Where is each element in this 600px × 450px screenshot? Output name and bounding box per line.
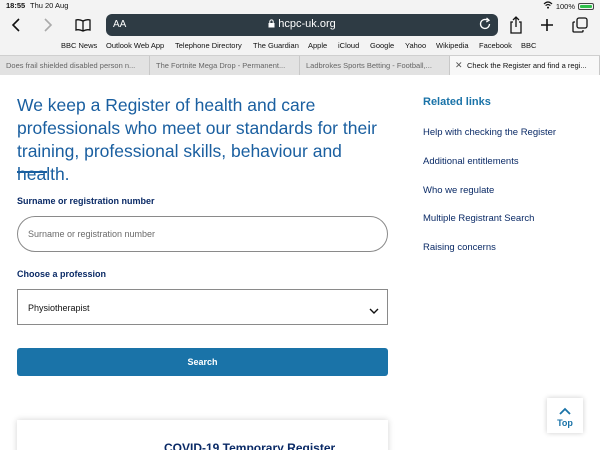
covid-register-card: COVID-19 Temporary Register <box>17 420 388 450</box>
related-link-raising-concerns[interactable]: Raising concerns <box>423 242 496 253</box>
tab-strip: Does frail shielded disabled person n...… <box>0 55 600 75</box>
status-bar: 18:55 Thu 20 Aug 100% <box>0 0 600 12</box>
profession-select[interactable]: Physiotherapist <box>17 289 388 325</box>
tab-frail-shielded[interactable]: Does frail shielded disabled person n... <box>0 56 150 75</box>
bookmark-wikipedia[interactable]: Wikipedia <box>436 41 469 50</box>
bookmark-apple[interactable]: Apple <box>308 41 327 50</box>
related-links-heading: Related links <box>423 96 491 108</box>
url-display: hcpc-uk.org <box>106 18 498 30</box>
bookmark-google[interactable]: Google <box>370 41 394 50</box>
surname-input[interactable] <box>17 216 388 252</box>
bookmark-facebook[interactable]: Facebook <box>479 41 512 50</box>
profession-label: Choose a profession <box>17 269 107 279</box>
tab-ladbrokes[interactable]: Ladbrokes Sports Betting - Football,... <box>300 56 450 75</box>
covid-card-title[interactable]: COVID-19 Temporary Register <box>164 441 335 450</box>
wifi-icon <box>543 1 553 11</box>
url-text: hcpc-uk.org <box>278 18 336 30</box>
related-link-who-we-regulate[interactable]: Who we regulate <box>423 185 494 196</box>
share-icon[interactable] <box>506 15 526 35</box>
search-button[interactable]: Search <box>17 348 388 376</box>
back-icon[interactable] <box>6 15 26 35</box>
related-link-help-checking[interactable]: Help with checking the Register <box>423 127 556 138</box>
bookmark-bbc-news[interactable]: BBC News <box>61 41 97 50</box>
back-to-top-button[interactable]: Top <box>547 398 583 433</box>
reload-icon[interactable] <box>478 17 492 36</box>
close-icon[interactable]: ✕ <box>455 60 463 71</box>
bookmark-icloud[interactable]: iCloud <box>338 41 359 50</box>
related-link-additional-entitlements[interactable]: Additional entitlements <box>423 156 519 167</box>
bookmark-yahoo[interactable]: Yahoo <box>405 41 426 50</box>
web-page: We keep a Register of health and care pr… <box>0 75 600 450</box>
intro-text: We keep a Register of health and care pr… <box>17 95 377 184</box>
tab-title: Check the Register and find a regi... <box>467 61 587 70</box>
bookmark-bbc[interactable]: BBC <box>521 41 536 50</box>
battery-percent: 100% <box>555 1 575 11</box>
related-link-multiple-registrant-search[interactable]: Multiple Registrant Search <box>423 213 534 224</box>
back-to-top-label: Top <box>557 418 573 428</box>
status-time: 18:55 <box>6 1 26 10</box>
status-indicators: 100% <box>543 1 594 11</box>
forward-icon[interactable] <box>38 15 58 35</box>
chevron-down-icon <box>369 302 379 320</box>
browser-toolbar: AA hcpc-uk.org <box>0 12 600 38</box>
tabs-icon[interactable] <box>570 15 590 35</box>
bookmark-outlook-web-app[interactable]: Outlook Web App <box>106 41 164 50</box>
lock-icon <box>268 18 278 30</box>
profession-value: Physiotherapist <box>28 303 90 313</box>
tab-check-register[interactable]: ✕ Check the Register and find a regi... <box>450 56 600 75</box>
url-bar[interactable]: AA hcpc-uk.org <box>106 14 498 36</box>
bookmark-the-guardian[interactable]: The Guardian <box>253 41 299 50</box>
tab-fortnite[interactable]: The Fortnite Mega Drop - Permanent... <box>150 56 300 75</box>
bookmarks-bar: BBC News Outlook Web App Telephone Direc… <box>0 40 600 54</box>
new-tab-icon[interactable] <box>537 15 557 35</box>
bookmark-telephone-directory[interactable]: Telephone Directory <box>175 41 242 50</box>
surname-label: Surname or registration number <box>17 196 155 206</box>
reader-icon[interactable] <box>73 15 93 35</box>
browser-chrome: 18:55 Thu 20 Aug 100% AA hcpc-uk.org BBC… <box>0 0 600 75</box>
status-date: Thu 20 Aug <box>30 1 69 10</box>
heading-underline <box>17 171 47 173</box>
battery-icon <box>578 2 594 10</box>
